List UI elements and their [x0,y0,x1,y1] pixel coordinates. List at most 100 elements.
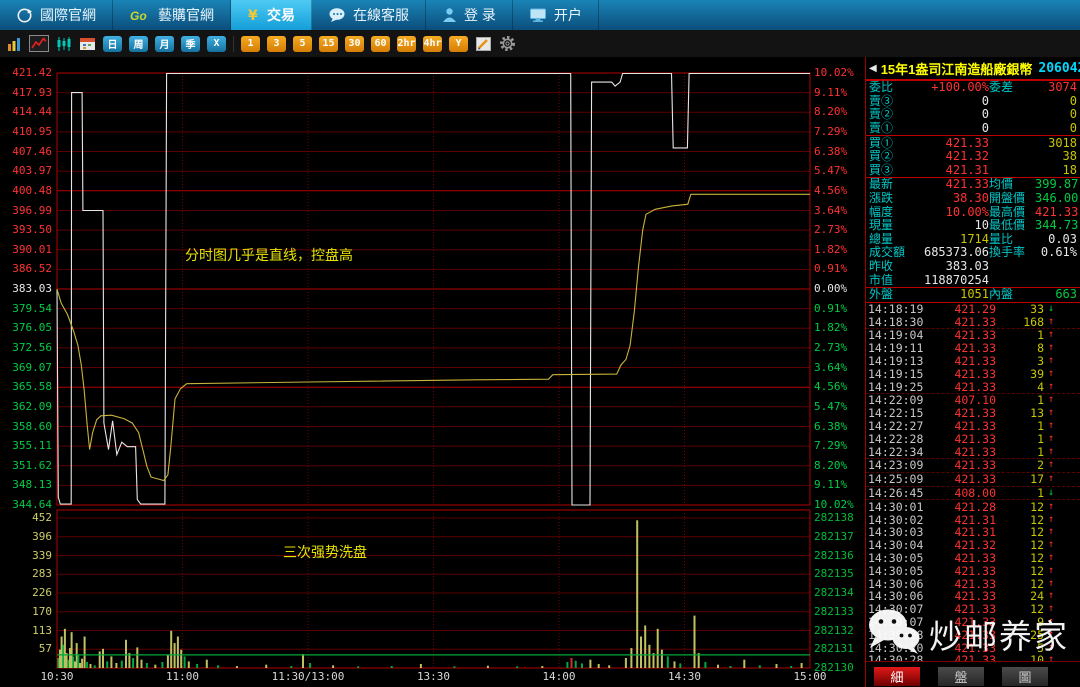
up-arrow-icon: ↑ [1044,565,1058,577]
up-arrow-icon: ↑ [1044,526,1058,538]
period-button-5[interactable]: 5 [293,36,312,52]
period-button-周[interactable]: 周 [129,36,148,52]
quote-row: 市值118870254 [866,273,1080,287]
instrument-name: 15年1盎司江南造船廠銀幣 [881,59,1033,78]
panel-tab-盤[interactable]: 盤 [938,667,984,686]
trade-row: 14:19:11421.338↑ [866,342,1080,355]
quote-row: 昨收383.03 [866,260,1080,274]
toolbar: 日周月季X135 15 30 60 2hr 4hr Y [0,30,1080,57]
up-arrow-icon: ↑ [1044,446,1058,458]
nav-tab-open-account[interactable]: 开户 [513,0,599,30]
svg-text:Go: Go [130,9,147,23]
quote-rows: 委比+100.00%委差3074賣③00賣②00賣①00買①421.333018… [866,80,1080,302]
up-arrow-icon: ↑ [1044,514,1058,526]
period-button-3[interactable]: 3 [267,36,286,52]
quote-row: 漲跌38.30開盤價346.00 [866,192,1080,206]
quote-row: 幅度10.00%最高價421.33 [866,205,1080,219]
trade-row: 14:19:13421.333↑ [866,355,1080,368]
quote-row: 賣①00 [866,122,1080,136]
trade-list[interactable]: 14:18:19421.2933↓14:18:30421.33168↑ 14:19… [866,302,1080,661]
trade-row: 14:22:28421.331↑ [866,432,1080,445]
nav-tab-mall-site[interactable]: Go藝購官網 [113,0,231,30]
panel-tab-圖[interactable]: 圖 [1002,667,1048,686]
down-arrow-icon: ↓ [1044,487,1058,499]
quote-title-bar: ◀ 15年1盎司江南造船廠銀幣 206042 ▶ [866,57,1080,80]
down-arrow-icon: ↓ [1044,303,1058,315]
quote-row: 外盤1051內盤663 [866,287,1080,302]
quote-row: 買②421.3238 [866,150,1080,164]
quote-row: 成交額685373.06換手率0.61% [866,246,1080,260]
up-arrow-icon: ↑ [1044,501,1058,513]
kline-icon[interactable] [56,36,72,52]
period-button-60[interactable]: 60 [371,36,390,52]
quote-row: 最新421.33均價399.87 [866,177,1080,192]
panel-tab-細[interactable]: 細 [874,667,920,686]
toolbar-divider [233,36,234,52]
trade-row: 14:18:30421.33168↑ [866,315,1080,328]
up-arrow-icon: ↑ [1044,407,1058,419]
up-arrow-icon: ↑ [1044,433,1058,445]
period-button-Y[interactable]: Y [449,36,468,52]
quote-row: 現量10最低價344.73 [866,219,1080,233]
prev-instrument-arrow-icon[interactable]: ◀ [869,63,877,74]
up-arrow-icon: ↑ [1044,629,1058,641]
period-button-X[interactable]: X [207,36,226,52]
trade-row: 14:30:07421.339↑ [866,616,1080,629]
calendar-icon[interactable] [79,36,96,51]
up-arrow-icon: ↑ [1044,590,1058,602]
trade-row: 14:30:02421.3112↑ [866,513,1080,526]
period-button-季[interactable]: 季 [181,36,200,52]
trade-row: 14:30:07421.3312↑ [866,603,1080,616]
quote-row: 委比+100.00%委差3074 [866,80,1080,95]
quote-row: 賣③00 [866,95,1080,109]
quote-row: 買③421.3118 [866,164,1080,178]
trade-row: 14:25:09421.3317↑ [866,472,1080,486]
top-nav: 國際官網Go藝購官網¥交易在線客服登 录开户 [0,0,1080,30]
up-arrow-icon: ↑ [1044,539,1058,551]
period-button-月[interactable]: 月 [155,36,174,52]
yen-icon: ¥ [247,7,260,23]
trade-row: 14:30:01421.2812↑ [866,499,1080,513]
chart-canvas [0,57,865,687]
up-arrow-icon: ↑ [1044,459,1058,471]
period-button-2hr[interactable]: 2hr [397,36,416,52]
trade-row: 14:30:05421.3312↑ [866,564,1080,577]
up-arrow-icon: ↑ [1044,394,1058,406]
up-arrow-icon: ↑ [1044,381,1058,393]
chat-icon [328,7,346,23]
trade-row: 14:30:08421.3325↑ [866,628,1080,641]
period-button-4hr[interactable]: 4hr [423,36,442,52]
annotation-trend: 分时图几乎是直线，控盘高 [185,245,353,265]
nav-tab-online-service[interactable]: 在線客服 [312,0,426,30]
app-window: 國際官網Go藝購官網¥交易在線客服登 录开户 日周月季X135 15 30 60 2hr… [0,0,1080,687]
trade-row: 14:30:20421.335↑ [866,641,1080,654]
trade-row: 14:22:34421.331↑ [866,445,1080,458]
up-arrow-icon: ↑ [1044,578,1058,590]
period-button-30[interactable]: 30 [345,36,364,52]
up-arrow-icon: ↑ [1044,642,1058,654]
line-chart-icon[interactable] [29,35,49,52]
up-arrow-icon: ↑ [1044,316,1058,328]
nav-tab-intl-site[interactable]: 國際官網 [0,0,113,30]
pencil-icon[interactable] [475,36,492,52]
trade-row: 14:30:06421.3312↑ [866,577,1080,590]
trade-row: 14:19:15421.3339↑ [866,367,1080,380]
trade-row: 14:19:25421.334↑ [866,380,1080,393]
trade-row: 14:26:45408.001↓ [866,486,1080,500]
gear-icon[interactable] [499,35,516,52]
up-arrow-icon: ↑ [1044,355,1058,367]
up-arrow-icon: ↑ [1044,603,1058,615]
period-button-15[interactable]: 15 [319,36,338,52]
nav-tab-login[interactable]: 登 录 [426,0,513,30]
bar-chart-icon[interactable] [6,36,22,52]
period-button-1[interactable]: 1 [241,36,260,52]
period-button-日[interactable]: 日 [103,36,122,52]
trade-row: 14:30:05421.3312↑ [866,552,1080,565]
trade-row: 14:18:19421.2933↓ [866,303,1080,316]
trade-row: 14:30:28421.3310↑ [866,654,1080,660]
up-arrow-icon: ↑ [1044,473,1058,485]
trade-row: 14:23:09421.332↑ [866,458,1080,472]
nav-tab-trade[interactable]: ¥交易 [231,0,312,30]
up-arrow-icon: ↑ [1044,552,1058,564]
nav-spacer [599,0,1080,30]
